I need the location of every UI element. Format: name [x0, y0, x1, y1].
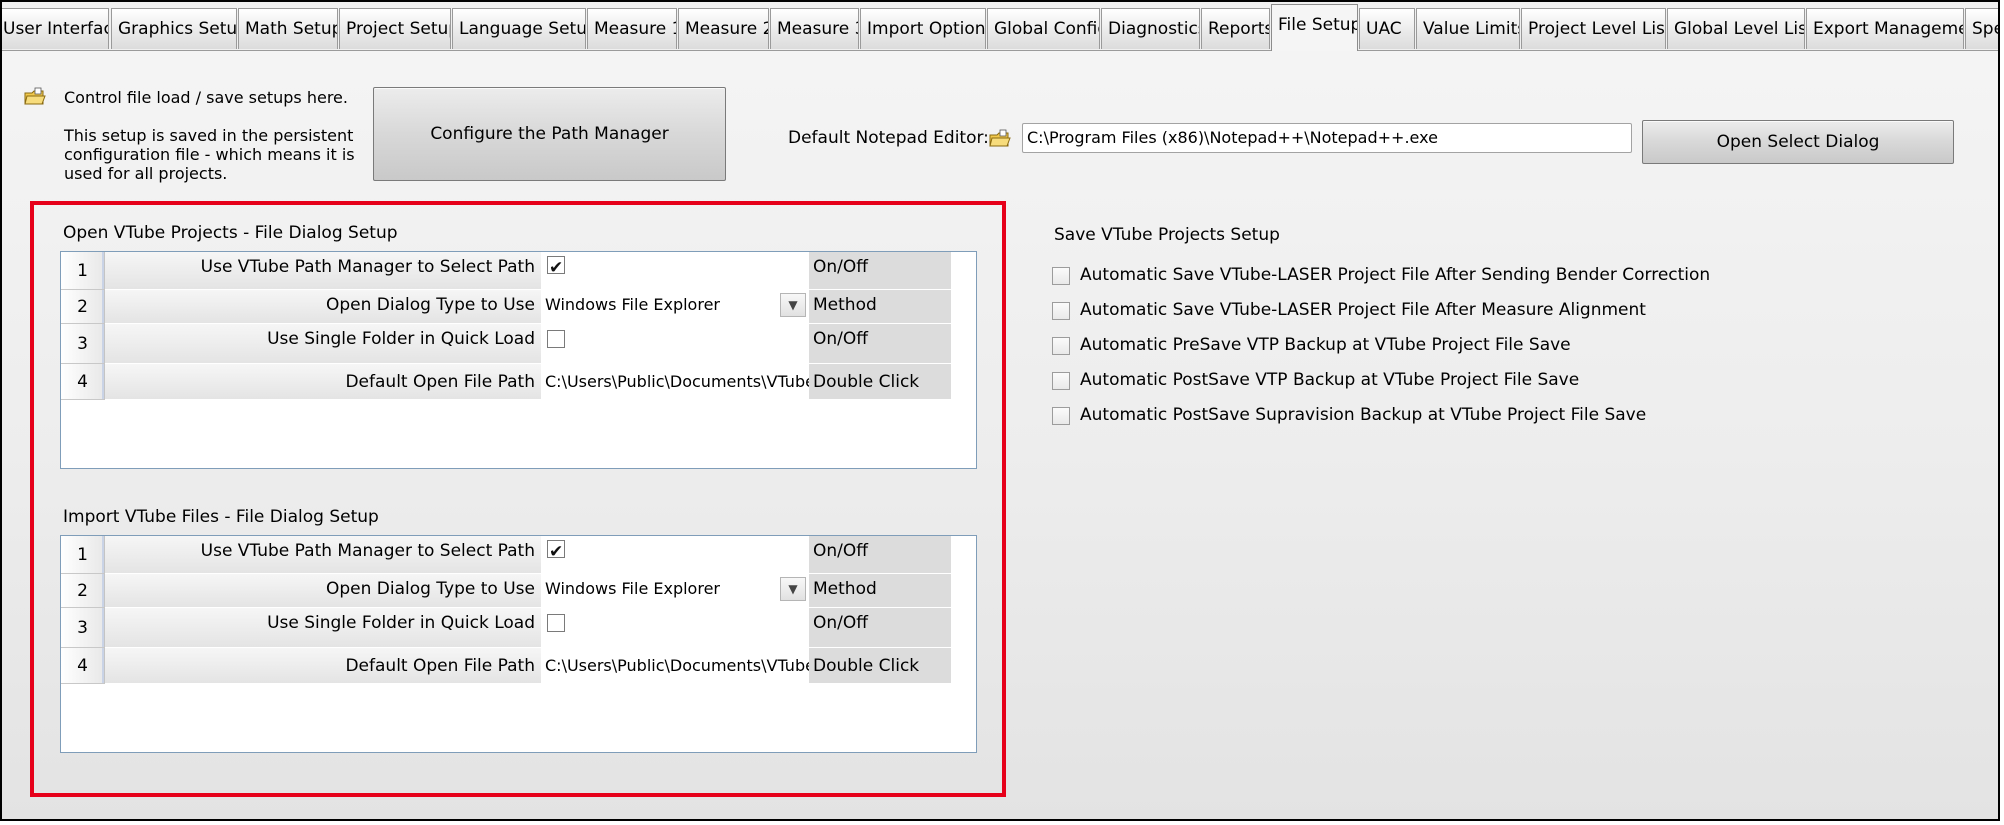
- grid-row: 2 Open Dialog Type to Use Windows File E…: [61, 290, 976, 324]
- chevron-down-icon[interactable]: ▼: [780, 293, 806, 317]
- row-number: 4: [61, 364, 105, 400]
- row-type: On/Off: [809, 324, 951, 364]
- open-dialog-grid: 1 Use VTube Path Manager to Select Path …: [60, 251, 977, 469]
- dropdown-value: Windows File Explorer: [545, 579, 720, 598]
- row-number: 1: [61, 536, 105, 574]
- configure-path-manager-button[interactable]: Configure the Path Manager: [373, 87, 726, 181]
- default-path-cell[interactable]: C:\Users\Public\Documents\VTube\: [541, 364, 809, 400]
- single-folder-checkbox[interactable]: [547, 614, 565, 632]
- folder-icon[interactable]: [989, 129, 1011, 149]
- tab-diagnostics[interactable]: Diagnostics: [1101, 8, 1200, 49]
- intro-description: This setup is saved in the persistent co…: [64, 126, 355, 183]
- tab-measure-1[interactable]: Measure 1: [587, 8, 677, 49]
- grid-row: 2 Open Dialog Type to Use Windows File E…: [61, 574, 976, 608]
- tab-measure-2[interactable]: Measure 2: [678, 8, 769, 49]
- tab-global-config[interactable]: Global Config: [987, 8, 1100, 49]
- path-manager-checkbox[interactable]: [547, 253, 565, 283]
- tab-reports[interactable]: Reports: [1201, 8, 1270, 49]
- row-number: 1: [61, 252, 105, 290]
- row-label: Use VTube Path Manager to Select Path: [105, 252, 541, 290]
- tab-export-management[interactable]: Export Management: [1806, 8, 1964, 49]
- save-option-label: Automatic PostSave VTP Backup at VTube P…: [1080, 370, 1580, 390]
- dialog-type-dropdown[interactable]: Windows File Explorer ▼: [541, 290, 809, 324]
- row-value-cell[interactable]: [541, 252, 809, 290]
- row-type: On/Off: [809, 252, 951, 290]
- row-value-cell[interactable]: [541, 324, 809, 364]
- row-type: On/Off: [809, 608, 951, 648]
- grid-row: 4 Default Open File Path C:\Users\Public…: [61, 364, 976, 400]
- intro-line: This setup is saved in the persistent: [64, 126, 354, 145]
- save-option-label: Automatic PostSave Supravision Backup at…: [1080, 405, 1647, 425]
- import-dialog-grid: 1 Use VTube Path Manager to Select Path …: [60, 535, 977, 753]
- save-option-checkbox[interactable]: [1052, 337, 1070, 355]
- tab-project-level-lists[interactable]: Project Level Lists: [1521, 8, 1666, 49]
- save-option-checkbox[interactable]: [1052, 267, 1070, 285]
- tab-strip: User Interface Graphics Setup Math Setup…: [2, 2, 1998, 51]
- notepad-editor-label: Default Notepad Editor:: [788, 128, 989, 148]
- chevron-down-icon[interactable]: ▼: [780, 577, 806, 601]
- dialog-type-dropdown[interactable]: Windows File Explorer ▼: [541, 574, 809, 608]
- row-type: Method: [809, 574, 951, 608]
- row-number: 3: [61, 608, 105, 648]
- intro-line: configuration file - which means it is: [64, 145, 355, 164]
- dropdown-value: Windows File Explorer: [545, 295, 720, 314]
- save-option-label: Automatic Save VTube-LASER Project File …: [1080, 265, 1711, 285]
- row-label: Open Dialog Type to Use: [105, 574, 541, 608]
- path-manager-checkbox[interactable]: [547, 537, 565, 567]
- row-label: Use Single Folder in Quick Load: [105, 608, 541, 648]
- intro-line: used for all projects.: [64, 164, 228, 183]
- tab-global-level-lists[interactable]: Global Level Lists: [1667, 8, 1805, 49]
- tab-user-interface[interactable]: User Interface: [2, 8, 109, 49]
- row-label: Default Open File Path: [105, 364, 541, 400]
- open-section-title: Open VTube Projects - File Dialog Setup: [63, 223, 398, 243]
- grid-row: 1 Use VTube Path Manager to Select Path …: [61, 252, 976, 290]
- default-path-cell[interactable]: C:\Users\Public\Documents\VTube\: [541, 648, 809, 684]
- row-value-cell[interactable]: [541, 608, 809, 648]
- tab-file-setup[interactable]: File Setup: [1271, 4, 1358, 51]
- import-section-title: Import VTube Files - File Dialog Setup: [63, 507, 379, 527]
- tab-graphics-setup[interactable]: Graphics Setup: [111, 8, 237, 49]
- grid-row: 3 Use Single Folder in Quick Load On/Off: [61, 324, 976, 364]
- settings-window: User Interface Graphics Setup Math Setup…: [0, 0, 2000, 821]
- tab-project-setup[interactable]: Project Setup: [339, 8, 451, 49]
- row-label: Open Dialog Type to Use: [105, 290, 541, 324]
- save-section-title: Save VTube Projects Setup: [1054, 225, 1280, 245]
- row-type: Method: [809, 290, 951, 324]
- grid-row: 3 Use Single Folder in Quick Load On/Off: [61, 608, 976, 648]
- save-option-checkbox[interactable]: [1052, 407, 1070, 425]
- intro-heading: Control file load / save setups here.: [64, 88, 348, 107]
- grid-row: 1 Use VTube Path Manager to Select Path …: [61, 536, 976, 574]
- grid-row: 4 Default Open File Path C:\Users\Public…: [61, 648, 976, 684]
- open-select-dialog-button[interactable]: Open Select Dialog: [1642, 120, 1954, 164]
- tab-math-setup[interactable]: Math Setup: [238, 8, 338, 49]
- save-option-checkbox[interactable]: [1052, 302, 1070, 320]
- save-option-checkbox[interactable]: [1052, 372, 1070, 390]
- save-option-label: Automatic PreSave VTP Backup at VTube Pr…: [1080, 335, 1571, 355]
- row-number: 2: [61, 290, 105, 324]
- tab-spe[interactable]: Spe: [1965, 8, 1998, 49]
- row-type: On/Off: [809, 536, 951, 574]
- row-number: 4: [61, 648, 105, 684]
- notepad-editor-path-field[interactable]: C:\Program Files (x86)\Notepad++\Notepad…: [1022, 123, 1632, 153]
- tab-uac[interactable]: UAC: [1359, 8, 1415, 49]
- tab-import-options[interactable]: Import Options: [860, 8, 986, 49]
- row-number: 2: [61, 574, 105, 608]
- save-option-label: Automatic Save VTube-LASER Project File …: [1080, 300, 1646, 320]
- tab-language-setup[interactable]: Language Setup: [452, 8, 586, 49]
- row-type: Double Click: [809, 648, 951, 684]
- tab-measure-3[interactable]: Measure 3: [770, 8, 859, 49]
- row-number: 3: [61, 324, 105, 364]
- single-folder-checkbox[interactable]: [547, 330, 565, 348]
- row-label: Default Open File Path: [105, 648, 541, 684]
- row-label: Use VTube Path Manager to Select Path: [105, 536, 541, 574]
- tab-value-limits[interactable]: Value Limits: [1416, 8, 1520, 49]
- row-value-cell[interactable]: [541, 536, 809, 574]
- folder-icon: [24, 87, 46, 105]
- row-label: Use Single Folder in Quick Load: [105, 324, 541, 364]
- row-type: Double Click: [809, 364, 951, 400]
